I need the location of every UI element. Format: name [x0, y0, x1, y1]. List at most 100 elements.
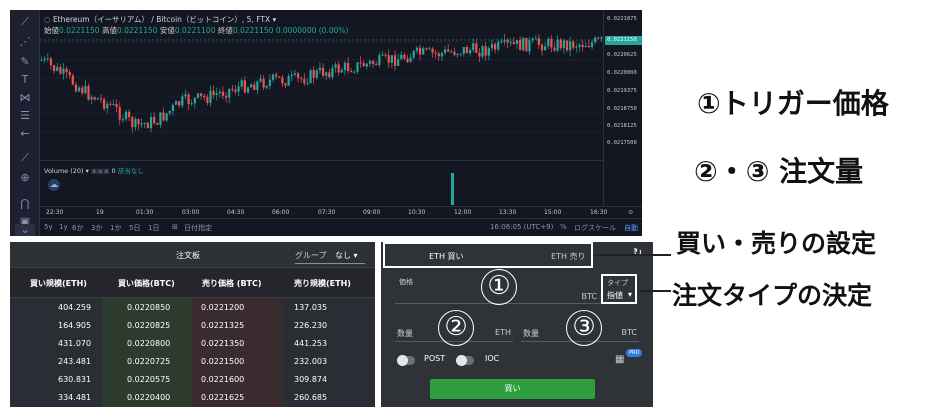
- range-button-1y[interactable]: 1y: [59, 223, 68, 231]
- chart-range-bar: 5y 1y 6か 3か 1か 5日 1日 ⊞ 日付指定 16:06:05 (UT…: [40, 218, 642, 236]
- measure-icon[interactable]: ☰: [15, 108, 35, 124]
- trend-line-icon[interactable]: ⟋: [15, 14, 35, 30]
- submit-buy-button[interactable]: 買い: [430, 379, 595, 399]
- group-select[interactable]: なし ▾: [335, 250, 358, 261]
- settings-gear-icon[interactable]: ⚙: [628, 209, 633, 216]
- candle-body: [90, 97, 93, 100]
- magnet-icon[interactable]: ⋂: [15, 196, 35, 212]
- candle-body: [143, 123, 146, 125]
- calculator-icon[interactable]: ▦: [615, 354, 624, 365]
- candle-body: [590, 42, 594, 48]
- candle-body: [431, 48, 434, 53]
- chevron-down-icon[interactable]: ▾: [273, 15, 277, 24]
- pane-controls-icon[interactable]: ▣▣▣: [91, 167, 109, 175]
- candle-body: [65, 68, 68, 72]
- candle-body: [87, 85, 90, 100]
- candle-body: [215, 93, 218, 95]
- price-axis[interactable]: 0.0221875 0.0221150 0.0220625 0.0220000 …: [603, 10, 642, 206]
- pro-badge: PRO: [626, 349, 643, 357]
- pattern-icon[interactable]: ⋈: [15, 90, 35, 106]
- price-plot-area[interactable]: ○ Ethereum（イーサリアム） / Bitcoin（ビットコイン）, 5,…: [40, 10, 603, 160]
- range-button-6m[interactable]: 6か: [72, 223, 83, 233]
- candle-body: [440, 52, 444, 57]
- candle-body: [296, 73, 300, 78]
- candle-body: [434, 52, 437, 54]
- candle-body: [443, 49, 447, 53]
- candle-body: [265, 86, 268, 88]
- zoom-icon[interactable]: ⊕: [15, 170, 35, 186]
- auto-scale-toggle[interactable]: 自動: [624, 223, 638, 233]
- candle-body: [300, 77, 303, 79]
- log-scale-toggle[interactable]: ログスケール: [574, 223, 616, 233]
- annotation-quantity: ②・③ 注文量: [694, 155, 864, 188]
- ruler-icon[interactable]: ⟋: [15, 150, 35, 166]
- candle-body: [359, 62, 362, 64]
- range-button-1m[interactable]: 1か: [110, 223, 121, 233]
- refresh-icon[interactable]: ↻: [633, 246, 642, 259]
- arrow-left-icon[interactable]: ←: [15, 126, 35, 142]
- range-button-3m[interactable]: 3か: [91, 223, 102, 233]
- candle-body: [325, 72, 328, 76]
- candle-body: [487, 48, 490, 56]
- price-label: 0.0218125: [607, 123, 637, 129]
- price-unit: BTC: [581, 292, 598, 301]
- candle-body: [569, 41, 572, 51]
- candle-body: [271, 74, 275, 80]
- utc-clock[interactable]: 16:06:05 (UTC+9): [490, 223, 553, 231]
- candle-body: [96, 98, 99, 100]
- order-row[interactable]: 431.070 0.0220800 0.0221350 441.253: [10, 336, 375, 354]
- ioc-toggle[interactable]: [456, 355, 474, 366]
- candle-body: [52, 65, 56, 71]
- date-range-button[interactable]: 日付指定: [184, 223, 212, 233]
- candle-body: [156, 123, 159, 125]
- calendar-icon[interactable]: ⊞: [172, 223, 178, 231]
- group-select-underline: [295, 263, 365, 264]
- quantity-btc-unit: BTC: [621, 328, 638, 337]
- order-row[interactable]: 164.905 0.0220825 0.0221325 226.230: [10, 318, 375, 336]
- candle-body: [475, 43, 478, 53]
- range-button-1d[interactable]: 1日: [148, 223, 159, 233]
- order-row[interactable]: 404.259 0.0220850 0.0221200 137.035: [10, 300, 375, 318]
- candle-body: [43, 58, 46, 60]
- chart-legend-ohlc: 始値0.0221150 高値0.0221150 安値0.0221100 終値0.…: [44, 26, 349, 35]
- current-price-tag: 0.0221150: [605, 36, 642, 45]
- collapse-toolbar-icon[interactable]: ⌄: [15, 224, 35, 236]
- time-axis[interactable]: 22:30 19 01:30 03:00 04:30 06:00 07:30 0…: [40, 206, 642, 218]
- text-icon[interactable]: T: [15, 72, 35, 88]
- cloud-icon[interactable]: ☁: [48, 179, 60, 191]
- candle-body: [184, 94, 187, 97]
- candle-body: [343, 62, 347, 71]
- volume-pane[interactable]: Volume (20) ▾ ▣▣▣ 0 該当なし ☁: [40, 160, 603, 206]
- candle-body: [309, 69, 312, 84]
- candle-body: [153, 117, 156, 124]
- range-button-5y[interactable]: 5y: [44, 223, 53, 231]
- circled-number-3: ③: [566, 310, 602, 346]
- legend-dot-icon: ○: [44, 15, 53, 24]
- order-row[interactable]: 630.831 0.0220575 0.0221600 309.874: [10, 372, 375, 390]
- candle-body: [462, 46, 465, 54]
- brush-icon[interactable]: ✎: [15, 54, 35, 70]
- candle-body: [46, 58, 49, 60]
- fib-icon[interactable]: ⋰: [15, 34, 35, 50]
- candle-body: [284, 83, 287, 86]
- order-row[interactable]: 334.481 0.0220400 0.0221625 260.685: [10, 390, 375, 407]
- annotation-buy-sell-setting: 買い・売りの設定: [676, 229, 877, 258]
- candle-body: [493, 44, 497, 50]
- tab-buy-eth[interactable]: ETH 買い: [429, 251, 464, 262]
- caret-down-icon: ▾: [628, 290, 633, 299]
- col-buy-size: 買い規模(ETH): [30, 279, 87, 288]
- tab-sell-eth[interactable]: ETH 売り: [551, 251, 586, 262]
- percent-toggle[interactable]: %: [560, 223, 567, 231]
- order-type-select[interactable]: タイプ 指値 ▾: [601, 274, 637, 304]
- post-toggle[interactable]: [397, 355, 415, 366]
- candle-body: [165, 113, 168, 121]
- price-label: 0.0220000: [607, 70, 637, 76]
- chevron-down-icon[interactable]: ▾: [86, 167, 89, 175]
- time-label: 15:00: [544, 209, 562, 216]
- range-button-5d[interactable]: 5日: [129, 223, 140, 233]
- candle-body: [268, 79, 271, 87]
- order-row[interactable]: 243.481 0.0220725 0.0221500 232.003: [10, 354, 375, 372]
- candle-body: [218, 91, 221, 94]
- candle-body: [384, 54, 387, 56]
- candle-body: [409, 57, 412, 63]
